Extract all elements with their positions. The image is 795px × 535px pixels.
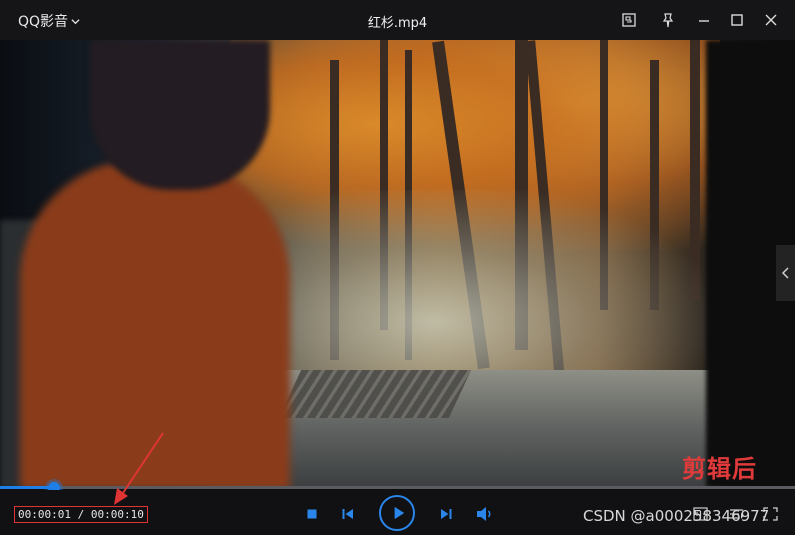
screenshot-icon — [622, 13, 636, 27]
title-bar: QQ影音 红杉.mp4 — [0, 0, 795, 40]
video-frame[interactable]: 剪辑后 — [0, 40, 795, 488]
equalizer-button[interactable] — [693, 507, 708, 521]
next-button[interactable] — [439, 507, 453, 521]
fullscreen-button[interactable] — [763, 507, 778, 521]
app-name: QQ影音 — [18, 14, 69, 30]
wooden-raft — [278, 370, 472, 418]
progress-played — [0, 486, 54, 489]
next-icon — [441, 509, 452, 519]
playlist-button[interactable] — [729, 507, 744, 521]
fullscreen-icon — [763, 507, 778, 521]
minimize-icon — [699, 20, 709, 22]
time-display: 00:00:01 / 00:00:10 — [14, 506, 148, 523]
equalizer-icon — [693, 507, 708, 521]
play-icon — [394, 506, 404, 520]
play-button[interactable] — [379, 495, 415, 531]
stop-button[interactable] — [306, 508, 318, 520]
pin-icon — [662, 13, 674, 28]
chevron-down-icon — [71, 18, 80, 24]
previous-button[interactable] — [341, 507, 355, 521]
chevron-left-icon — [781, 267, 789, 279]
control-bar: 00:00:01 / 00:00:10 CSDN @a000258346977 — [0, 490, 795, 535]
volume-button[interactable] — [476, 506, 493, 522]
progress-track — [0, 486, 795, 489]
playlist-icon — [730, 509, 744, 519]
screenshot-button[interactable] — [619, 10, 639, 30]
stop-icon — [307, 509, 317, 519]
overlay-caption: 剪辑后 — [682, 455, 757, 483]
close-icon — [765, 14, 777, 26]
pin-button[interactable] — [658, 10, 678, 30]
person-hat — [90, 40, 270, 190]
side-panel-toggle[interactable] — [776, 245, 795, 301]
app-menu-button[interactable]: QQ影音 — [18, 11, 80, 31]
volume-icon — [477, 507, 491, 521]
minimize-button[interactable] — [694, 10, 714, 30]
previous-icon — [342, 509, 353, 519]
maximize-button[interactable] — [727, 10, 747, 30]
close-button[interactable] — [761, 10, 781, 30]
person-jacket — [20, 160, 290, 488]
maximize-icon — [731, 14, 743, 26]
